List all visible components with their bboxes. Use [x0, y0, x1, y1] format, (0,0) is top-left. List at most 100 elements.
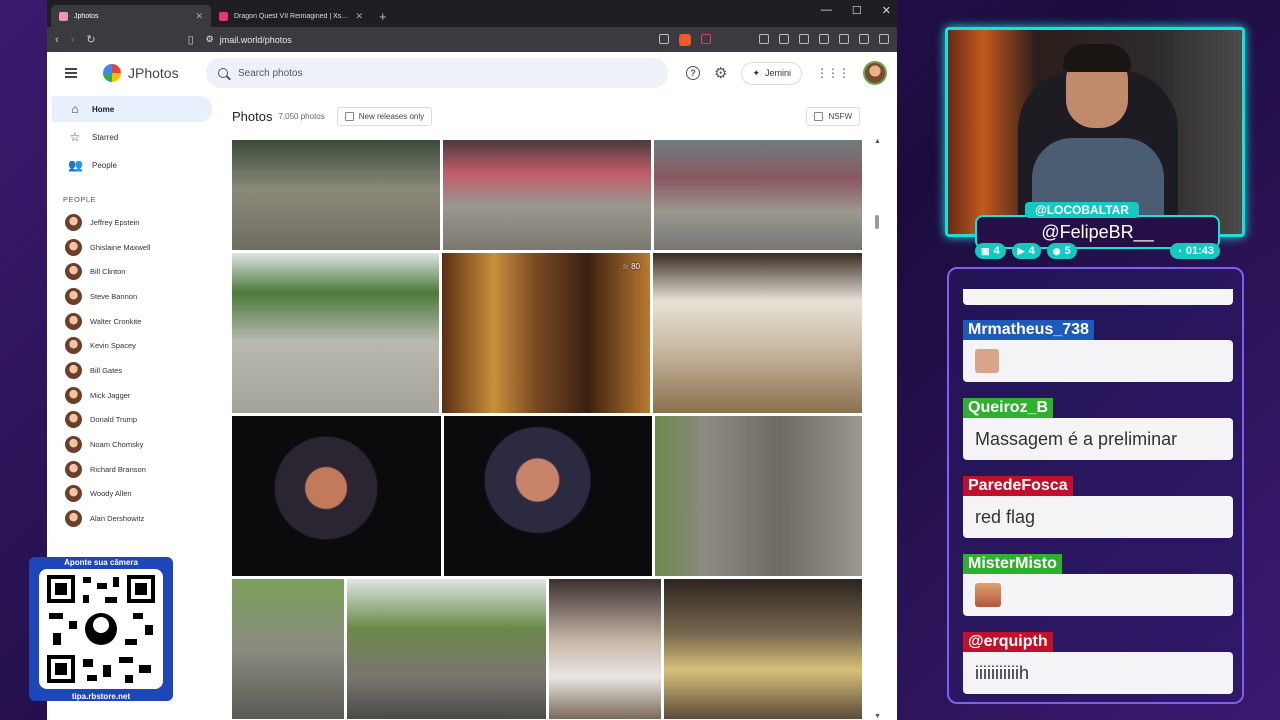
- sidebar-item-label: Starred: [92, 132, 119, 142]
- chat-body: [963, 340, 1233, 382]
- wallet-icon[interactable]: [819, 33, 829, 44]
- person-avatar: [65, 263, 82, 281]
- checkbox-icon: [344, 111, 354, 121]
- person-avatar: [65, 213, 82, 231]
- sidebar-person[interactable]: Woody Allen: [47, 482, 217, 507]
- clock-icon: ◔: [1176, 246, 1182, 256]
- close-tab-icon[interactable]: ✕: [355, 11, 363, 22]
- sidebar-person[interactable]: Kevin Spacey: [47, 333, 217, 358]
- sidebar-person[interactable]: Alan Dershowitz: [47, 506, 217, 531]
- vpn-icon[interactable]: [859, 33, 869, 44]
- search-placeholder: Search photos: [238, 67, 303, 79]
- gemini-button[interactable]: ✦ Jemini: [741, 61, 802, 85]
- people-list: Jeffrey Epstein Ghislaine Maxwell Bill Cli…: [47, 210, 217, 531]
- hamburger-menu-icon[interactable]: [65, 68, 77, 78]
- scroll-down-icon[interactable]: ▼: [874, 713, 881, 720]
- viewer-icon: ◉: [1052, 245, 1061, 256]
- qr-code[interactable]: [39, 569, 163, 689]
- address-bar: ‹ › ↻ ▯ ⚙ jmail.world/photos: [47, 27, 897, 52]
- sidebar-person[interactable]: Mick Jagger: [47, 383, 217, 408]
- sidebar-item-home[interactable]: ⌂ Home: [52, 96, 212, 122]
- viewer-count-badge: ◉ 5: [1046, 243, 1077, 259]
- minimize-icon[interactable]: —: [821, 4, 832, 17]
- scrollbar[interactable]: ▲ ▼: [872, 138, 882, 720]
- sidebar-person[interactable]: Steve Bannon: [47, 284, 217, 309]
- back-icon[interactable]: ‹: [55, 34, 59, 46]
- reload-icon[interactable]: ↻: [86, 33, 95, 46]
- person-name: Kevin Spacey: [90, 341, 136, 351]
- app-name: JPhotos: [128, 65, 179, 81]
- chat-username: MisterMisto: [963, 554, 1062, 574]
- checkbox-icon: [814, 111, 824, 121]
- bookmark-icon[interactable]: ▯: [188, 33, 194, 46]
- sidebar-person[interactable]: Bill Clinton: [47, 259, 217, 284]
- youtube-icon: ▶: [1017, 245, 1025, 256]
- url-field[interactable]: ⚙ jmail.world/photos: [206, 34, 647, 45]
- people-icon: 👥: [68, 158, 83, 172]
- sidebar-item-people[interactable]: 👥 People: [52, 152, 212, 178]
- menu-icon[interactable]: [879, 33, 889, 44]
- scroll-up-icon[interactable]: ▲: [874, 138, 881, 145]
- sidebar-person[interactable]: Walter Cronkite: [47, 309, 217, 334]
- chat-username: Mrmatheus_738: [963, 320, 1094, 340]
- photo-tile[interactable]: [549, 579, 661, 719]
- scrollbar-thumb[interactable]: [875, 215, 879, 229]
- photo-tile[interactable]: [232, 416, 441, 576]
- avatar[interactable]: [863, 61, 887, 85]
- photo-tile[interactable]: [232, 140, 440, 250]
- person-avatar: [65, 460, 82, 478]
- sidebar-icon[interactable]: [799, 33, 809, 44]
- chat-body: iiiiiiiiiiih: [963, 652, 1233, 694]
- photo-count: 7,050 photos: [278, 111, 325, 121]
- site-info-icon[interactable]: ⚙: [206, 34, 214, 45]
- photo-tile[interactable]: [232, 579, 344, 719]
- photo-tile[interactable]: [347, 579, 546, 719]
- chat-message: Queiroz_B Massagem é a preliminar: [963, 398, 1233, 460]
- close-tab-icon[interactable]: ✕: [195, 11, 203, 22]
- tab-jphotos[interactable]: Jphotos ✕: [51, 5, 211, 27]
- person-avatar: [65, 361, 82, 379]
- photo-tile[interactable]: [655, 416, 862, 576]
- sidebar-item-label: Home: [92, 104, 115, 114]
- photo-tile[interactable]: [444, 416, 652, 576]
- photo-tile[interactable]: [232, 253, 439, 413]
- chat-body: red flag: [963, 496, 1233, 538]
- new-releases-checkbox[interactable]: New releases only: [336, 106, 433, 126]
- tab-dragon-quest[interactable]: Dragon Quest VII Reimagined | Xsolla Par…: [211, 5, 371, 27]
- photo-tile[interactable]: [654, 140, 862, 250]
- sidebar-item-label: People: [92, 160, 117, 170]
- person-avatar: [65, 510, 82, 528]
- people-header: PEOPLE: [63, 195, 97, 204]
- gear-icon[interactable]: ⚙: [714, 64, 727, 82]
- share-icon[interactable]: [659, 33, 669, 44]
- new-tab-icon[interactable]: +: [371, 9, 395, 27]
- sidebar-person[interactable]: Jeffrey Epstein: [47, 210, 217, 235]
- help-icon[interactable]: ?: [685, 66, 700, 80]
- maximize-icon[interactable]: ☐: [852, 4, 862, 17]
- nsfw-label: NSFW: [828, 111, 852, 121]
- photo-tile[interactable]: [443, 140, 651, 250]
- sidebar-person[interactable]: Donald Trump: [47, 408, 217, 433]
- sidebar-person[interactable]: Bill Gates: [47, 358, 217, 383]
- search-input[interactable]: Search photos: [206, 58, 668, 88]
- photo-tile[interactable]: [653, 253, 862, 413]
- xsolla-favicon-icon: [219, 11, 228, 21]
- nsfw-checkbox[interactable]: NSFW: [806, 106, 860, 126]
- sidebar-person[interactable]: Noam Chomsky: [47, 432, 217, 457]
- photo-tile[interactable]: [664, 579, 862, 719]
- close-window-icon[interactable]: ✕: [882, 4, 891, 17]
- screenshot-icon[interactable]: [779, 33, 789, 44]
- photo-tile[interactable]: ☆ 80: [442, 253, 650, 413]
- url-text: jmail.world/photos: [219, 34, 292, 45]
- person-name: Bill Gates: [90, 365, 123, 375]
- qr-caption-bottom: tipa.rbstore.net: [71, 692, 131, 701]
- forward-icon[interactable]: ›: [71, 34, 75, 46]
- brave-rewards-icon[interactable]: [701, 33, 711, 44]
- brave-shield-icon[interactable]: [679, 33, 691, 46]
- sidebar-person[interactable]: Ghislaine Maxwell: [47, 235, 217, 260]
- sidebar-item-starred[interactable]: ☆ Starred: [52, 124, 212, 150]
- apps-grid-icon[interactable]: ⋮⋮⋮: [816, 66, 850, 80]
- sidebar-person[interactable]: Richard Branson: [47, 457, 217, 482]
- extensions-icon[interactable]: [759, 33, 769, 44]
- leo-icon[interactable]: [839, 33, 849, 44]
